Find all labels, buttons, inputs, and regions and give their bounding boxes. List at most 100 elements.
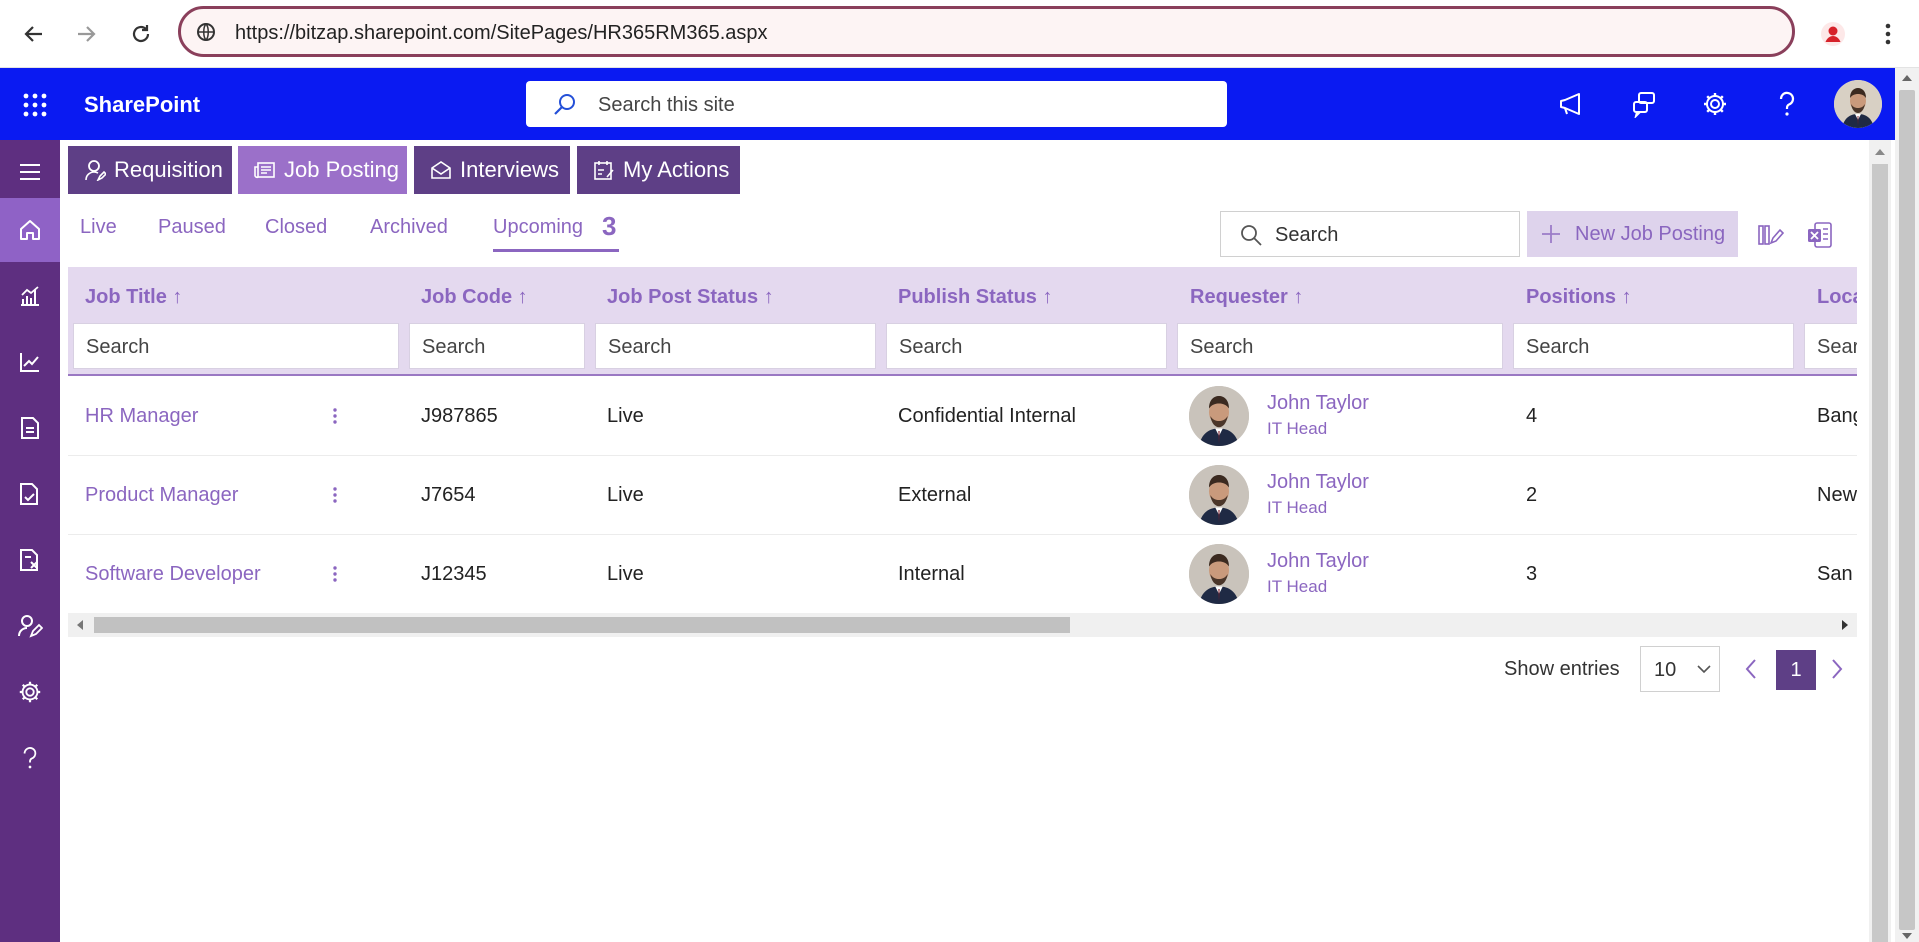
filter-job-title[interactable]: Search: [73, 323, 399, 369]
row-more-icon[interactable]: [332, 407, 338, 425]
new-job-posting-button[interactable]: New Job Posting: [1527, 211, 1738, 257]
table-row[interactable]: Software Developer J12345 Live Internal …: [68, 535, 1857, 614]
scroll-up-arrow-icon[interactable]: [1875, 148, 1885, 156]
table-search-input[interactable]: Search: [1220, 211, 1520, 257]
app-launcher-icon[interactable]: [22, 92, 48, 118]
person-edit-icon[interactable]: [0, 594, 60, 658]
analytics-icon[interactable]: [0, 264, 60, 328]
help-icon[interactable]: [1769, 86, 1805, 122]
requester-avatar: [1189, 544, 1249, 604]
chat-icon[interactable]: [1626, 86, 1662, 122]
scroll-left-arrow-icon[interactable]: [76, 620, 84, 630]
tab-interviews[interactable]: Interviews: [414, 146, 570, 194]
job-title-link[interactable]: Software Developer: [85, 563, 261, 586]
mail-open-icon: [430, 160, 452, 180]
table-horizontal-scrollbar[interactable]: [68, 613, 1857, 637]
requester-name[interactable]: John Taylor: [1267, 550, 1369, 573]
megaphone-icon[interactable]: [1553, 86, 1589, 122]
filter-requester-placeholder: Search: [1190, 336, 1254, 358]
requester-name[interactable]: John Taylor: [1267, 471, 1369, 494]
tab-my-actions[interactable]: My Actions: [577, 146, 740, 194]
home-icon[interactable]: [0, 198, 60, 262]
help-icon[interactable]: [0, 726, 60, 790]
scroll-up-arrow-icon[interactable]: [1902, 74, 1912, 82]
hamburger-icon[interactable]: [0, 140, 60, 204]
scroll-thumb[interactable]: [94, 617, 1070, 633]
scroll-thumb[interactable]: [1872, 164, 1888, 942]
search-icon: [552, 92, 578, 118]
filter-location[interactable]: Sear: [1804, 323, 1857, 369]
document-check-icon[interactable]: [0, 462, 60, 526]
col-publish-status-label: Publish Status: [898, 286, 1037, 308]
job-title-link[interactable]: HR Manager: [85, 405, 198, 428]
address-bar[interactable]: https://bitzap.sharepoint.com/SitePages/…: [178, 6, 1795, 57]
column-edit-icon[interactable]: [1756, 221, 1784, 249]
row-more-icon[interactable]: [332, 486, 338, 504]
sharepoint-title[interactable]: SharePoint: [84, 92, 200, 118]
subtab-archived[interactable]: Archived: [370, 216, 448, 239]
content-vertical-scrollbar[interactable]: [1869, 140, 1891, 942]
subtab-paused[interactable]: Paused: [158, 216, 226, 239]
filter-publish-status[interactable]: Search: [886, 323, 1167, 369]
scroll-down-arrow-icon[interactable]: [1902, 932, 1912, 940]
requester-name[interactable]: John Taylor: [1267, 392, 1369, 415]
col-job-post-status[interactable]: Job Post Status ↑: [607, 286, 774, 309]
plus-icon: [1539, 222, 1563, 246]
col-job-code[interactable]: Job Code ↑: [421, 286, 528, 309]
subtab-closed[interactable]: Closed: [265, 216, 327, 239]
site-search-placeholder: Search this site: [598, 94, 735, 116]
settings-icon[interactable]: [0, 660, 60, 724]
job-title-link[interactable]: Product Manager: [85, 484, 238, 507]
publish-status: Confidential Internal: [898, 405, 1076, 427]
filter-job-post-status[interactable]: Search: [595, 323, 876, 369]
subtab-live[interactable]: Live: [80, 216, 117, 239]
job-code: J987865: [421, 405, 498, 427]
site-info-icon[interactable]: [195, 21, 217, 43]
tab-job-posting[interactable]: Job Posting: [238, 146, 407, 194]
page-number-button[interactable]: 1: [1776, 650, 1816, 690]
next-page-icon[interactable]: [1830, 658, 1844, 680]
prev-page-icon[interactable]: [1744, 658, 1758, 680]
back-icon[interactable]: [14, 14, 54, 54]
col-job-post-status-label: Job Post Status: [607, 286, 759, 308]
scroll-thumb[interactable]: [1899, 90, 1915, 930]
gear-icon[interactable]: [1697, 86, 1733, 122]
col-location[interactable]: Loca: [1817, 286, 1857, 309]
publish-status: External: [898, 484, 972, 506]
upcoming-count-badge: 3: [602, 211, 617, 241]
subtab-upcoming[interactable]: Upcoming: [493, 216, 583, 239]
filter-location-placeholder: Sear: [1817, 336, 1857, 358]
location: Bang: [1817, 405, 1857, 427]
trend-icon[interactable]: [0, 330, 60, 394]
col-publish-status[interactable]: Publish Status ↑: [898, 286, 1052, 309]
checklist-icon: [593, 159, 615, 181]
filter-job-code[interactable]: Search: [409, 323, 585, 369]
filter-requester[interactable]: Search: [1177, 323, 1503, 369]
user-avatar[interactable]: [1834, 80, 1882, 128]
requester-role: IT Head: [1267, 498, 1328, 517]
document-icon[interactable]: [0, 396, 60, 460]
excel-export-icon[interactable]: [1806, 220, 1834, 250]
document-x-icon[interactable]: [0, 528, 60, 592]
show-entries-label: Show entries: [1504, 658, 1620, 680]
entries-select[interactable]: 10: [1640, 646, 1720, 692]
row-more-icon[interactable]: [332, 565, 338, 583]
profile-icon[interactable]: [1813, 14, 1853, 54]
site-search-box[interactable]: Search this site: [526, 81, 1227, 127]
col-requester[interactable]: Requester ↑: [1190, 286, 1303, 309]
menu-kebab-icon[interactable]: [1868, 14, 1908, 54]
col-positions[interactable]: Positions ↑: [1526, 286, 1632, 309]
forward-icon[interactable]: [66, 14, 106, 54]
page-vertical-scrollbar[interactable]: [1895, 68, 1919, 942]
table-row[interactable]: HR Manager J987865 Live Confidential Int…: [68, 377, 1857, 456]
scroll-right-arrow-icon[interactable]: [1841, 620, 1849, 630]
col-job-title[interactable]: Job Title ↑: [85, 286, 182, 309]
reload-icon[interactable]: [121, 14, 161, 54]
filter-positions[interactable]: Search: [1513, 323, 1794, 369]
chevron-down-icon: [1697, 665, 1711, 674]
newspaper-icon: [254, 160, 276, 180]
job-post-status: Live: [607, 563, 644, 585]
table-row[interactable]: Product Manager J7654 Live External John…: [68, 456, 1857, 535]
tab-requisition[interactable]: Requisition: [68, 146, 232, 194]
location: San: [1817, 563, 1853, 585]
